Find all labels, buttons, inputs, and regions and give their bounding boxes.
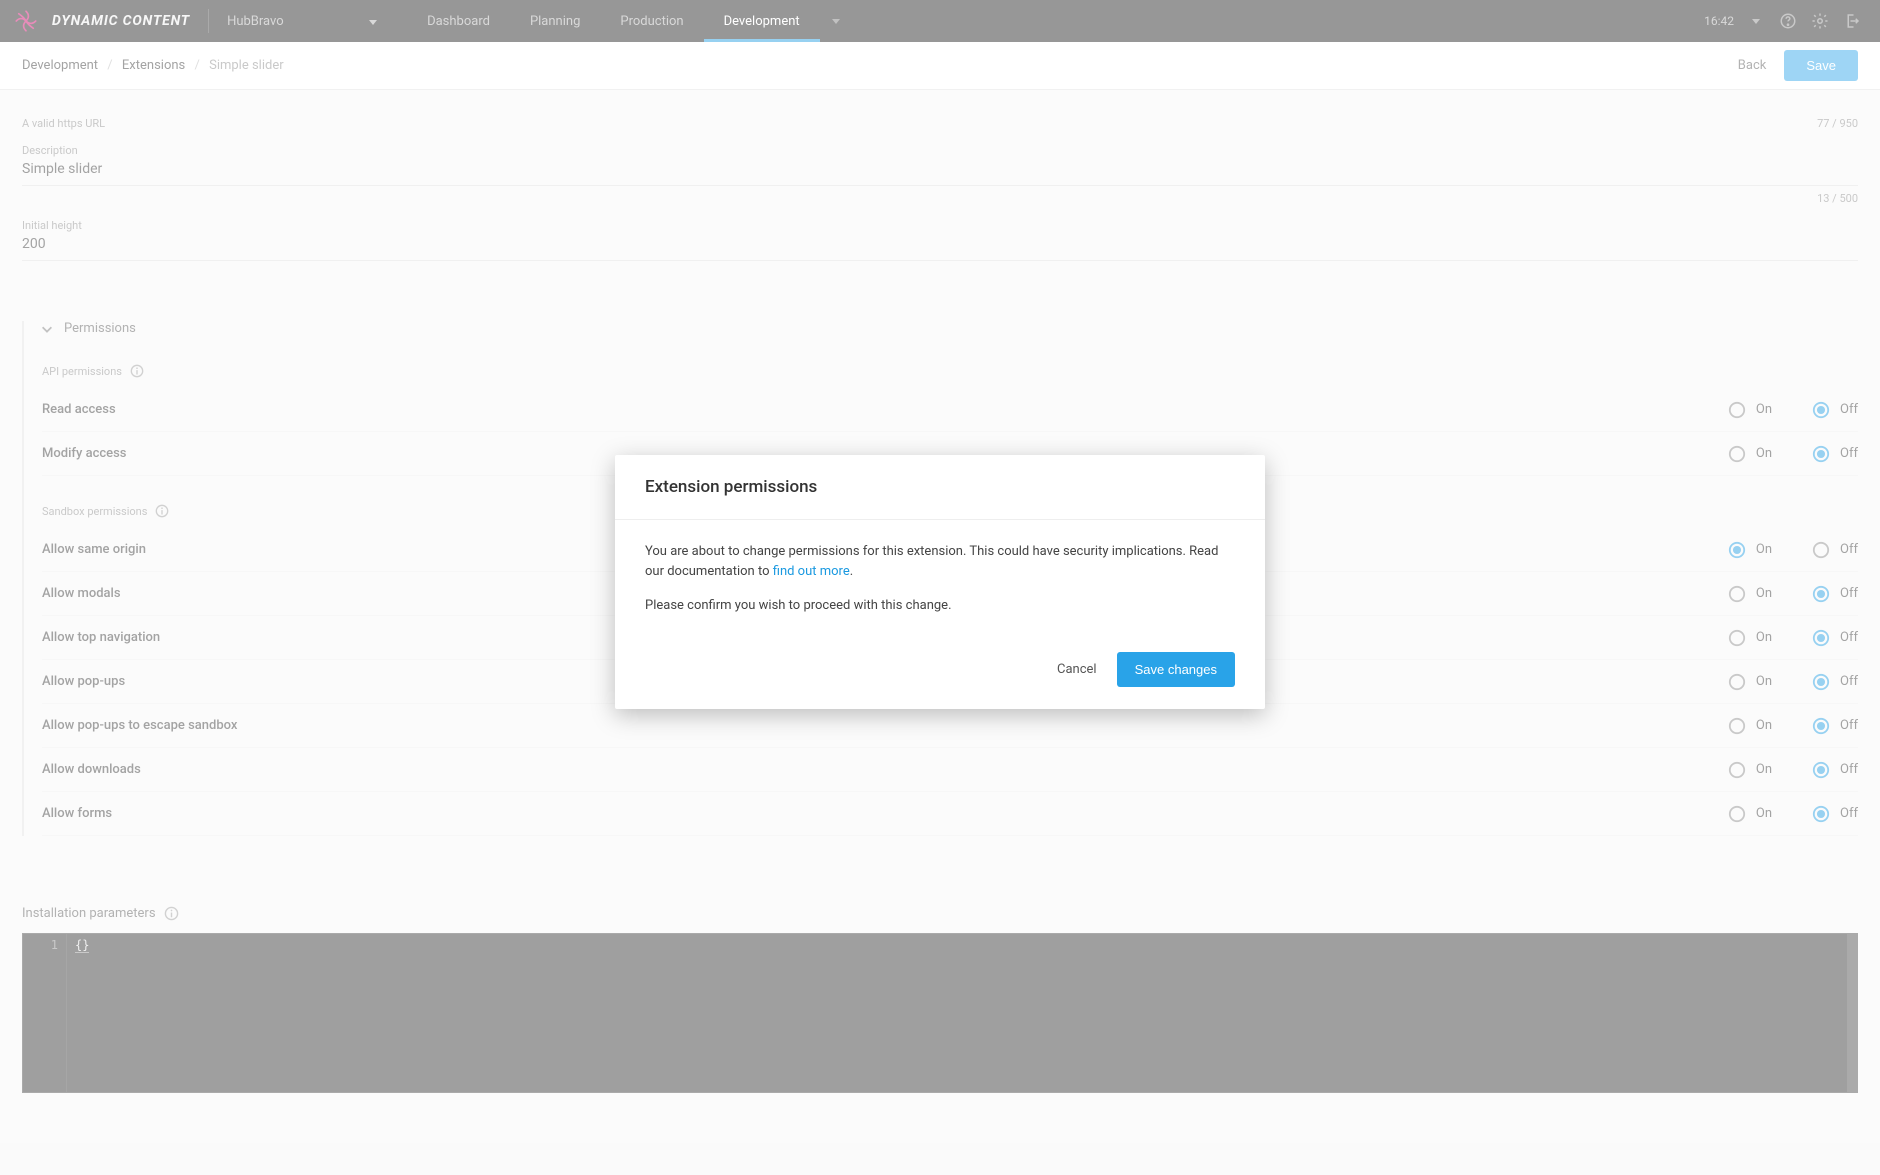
find-out-more-link[interactable]: find out more: [773, 564, 850, 579]
modal-header: Extension permissions: [615, 455, 1265, 520]
modal-actions: Cancel Save changes: [615, 652, 1265, 709]
permissions-modal: Extension permissions You are about to c…: [615, 455, 1265, 709]
modal-overlay: Extension permissions You are about to c…: [0, 0, 1880, 1175]
save-changes-button[interactable]: Save changes: [1117, 652, 1235, 687]
cancel-button[interactable]: Cancel: [1057, 662, 1097, 677]
modal-title: Extension permissions: [645, 477, 1235, 497]
modal-body: You are about to change permissions for …: [615, 520, 1265, 652]
